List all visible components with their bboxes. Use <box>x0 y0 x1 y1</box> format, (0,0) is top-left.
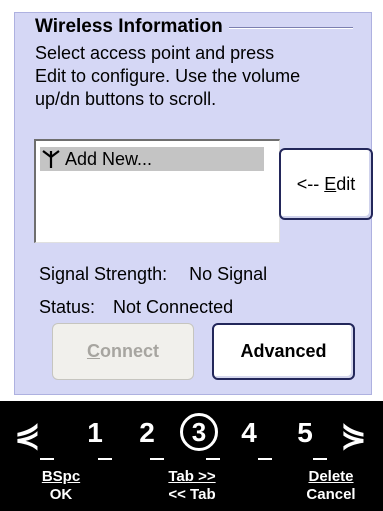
key-separator <box>258 458 272 460</box>
list-item-add-new[interactable]: Add New... <box>40 147 264 171</box>
key-separator <box>150 458 164 460</box>
softkey-delete-cancel[interactable]: Delete Cancel <box>294 468 368 504</box>
status-row: Status: Not Connected <box>39 297 233 318</box>
signal-strength-label: Signal Strength: <box>39 264 168 284</box>
softkey-tab[interactable]: Tab >> << Tab <box>156 468 228 504</box>
status-label: Status: <box>39 297 96 317</box>
scroll-left-arrow-icon[interactable]: ⋞ <box>14 415 41 453</box>
edit-button[interactable]: <-- Edit <box>279 148 373 220</box>
signal-strength-row: Signal Strength: No Signal <box>39 264 267 285</box>
key-4[interactable]: 4 <box>236 417 262 449</box>
key-3-active[interactable]: 3 <box>180 413 218 451</box>
list-item-label: Add New... <box>65 148 153 169</box>
softkey-top-label: Tab >> <box>168 468 216 485</box>
key-separator <box>40 458 54 460</box>
advanced-button-label: Advanced <box>240 341 327 361</box>
edit-button-mnemonic: E <box>324 173 337 194</box>
edit-button-prefix: <-- <box>296 173 325 194</box>
key-separator <box>206 458 220 460</box>
advanced-button[interactable]: Advanced <box>212 323 355 380</box>
softkey-top-label: Delete <box>308 468 354 485</box>
key-2[interactable]: 2 <box>134 417 160 449</box>
group-title: Wireless Information <box>35 16 229 38</box>
key-separator <box>313 458 327 460</box>
signal-strength-value: No Signal <box>189 264 268 284</box>
connect-button[interactable]: Connect <box>52 323 194 380</box>
softkey-bottom-label: OK <box>49 486 73 503</box>
edit-button-label: dit <box>336 173 356 194</box>
softkey-bspc-ok[interactable]: BSpc OK <box>28 468 94 504</box>
softkey-bottom-label: Cancel <box>306 486 356 503</box>
wireless-screen: Wireless Information Select access point… <box>0 0 383 401</box>
key-separator <box>98 458 112 460</box>
scroll-right-arrow-icon[interactable]: ⋟ <box>340 415 367 453</box>
status-value: Not Connected <box>113 297 234 317</box>
antenna-icon <box>40 148 62 170</box>
key-1[interactable]: 1 <box>82 417 108 449</box>
connect-button-label: onnect <box>99 341 159 361</box>
softkey-bottom-label: << Tab <box>168 486 216 503</box>
key-5[interactable]: 5 <box>292 417 318 449</box>
connect-button-mnemonic: C <box>86 341 100 361</box>
instruction-line: Select access point and press <box>35 43 275 63</box>
access-point-list[interactable]: Add New... <box>34 139 280 243</box>
group-divider <box>215 27 353 29</box>
instruction-line: up/dn buttons to scroll. <box>35 89 217 109</box>
softkey-top-label: BSpc <box>41 468 81 485</box>
instructions-text: Select access point and press Edit to co… <box>35 42 365 111</box>
softkey-bar: ⋞ 1 2 3 4 5 ⋟ BSpc OK Tab >> << Tab Dele… <box>0 401 383 511</box>
instruction-line: Edit to configure. Use the volume <box>35 66 301 86</box>
